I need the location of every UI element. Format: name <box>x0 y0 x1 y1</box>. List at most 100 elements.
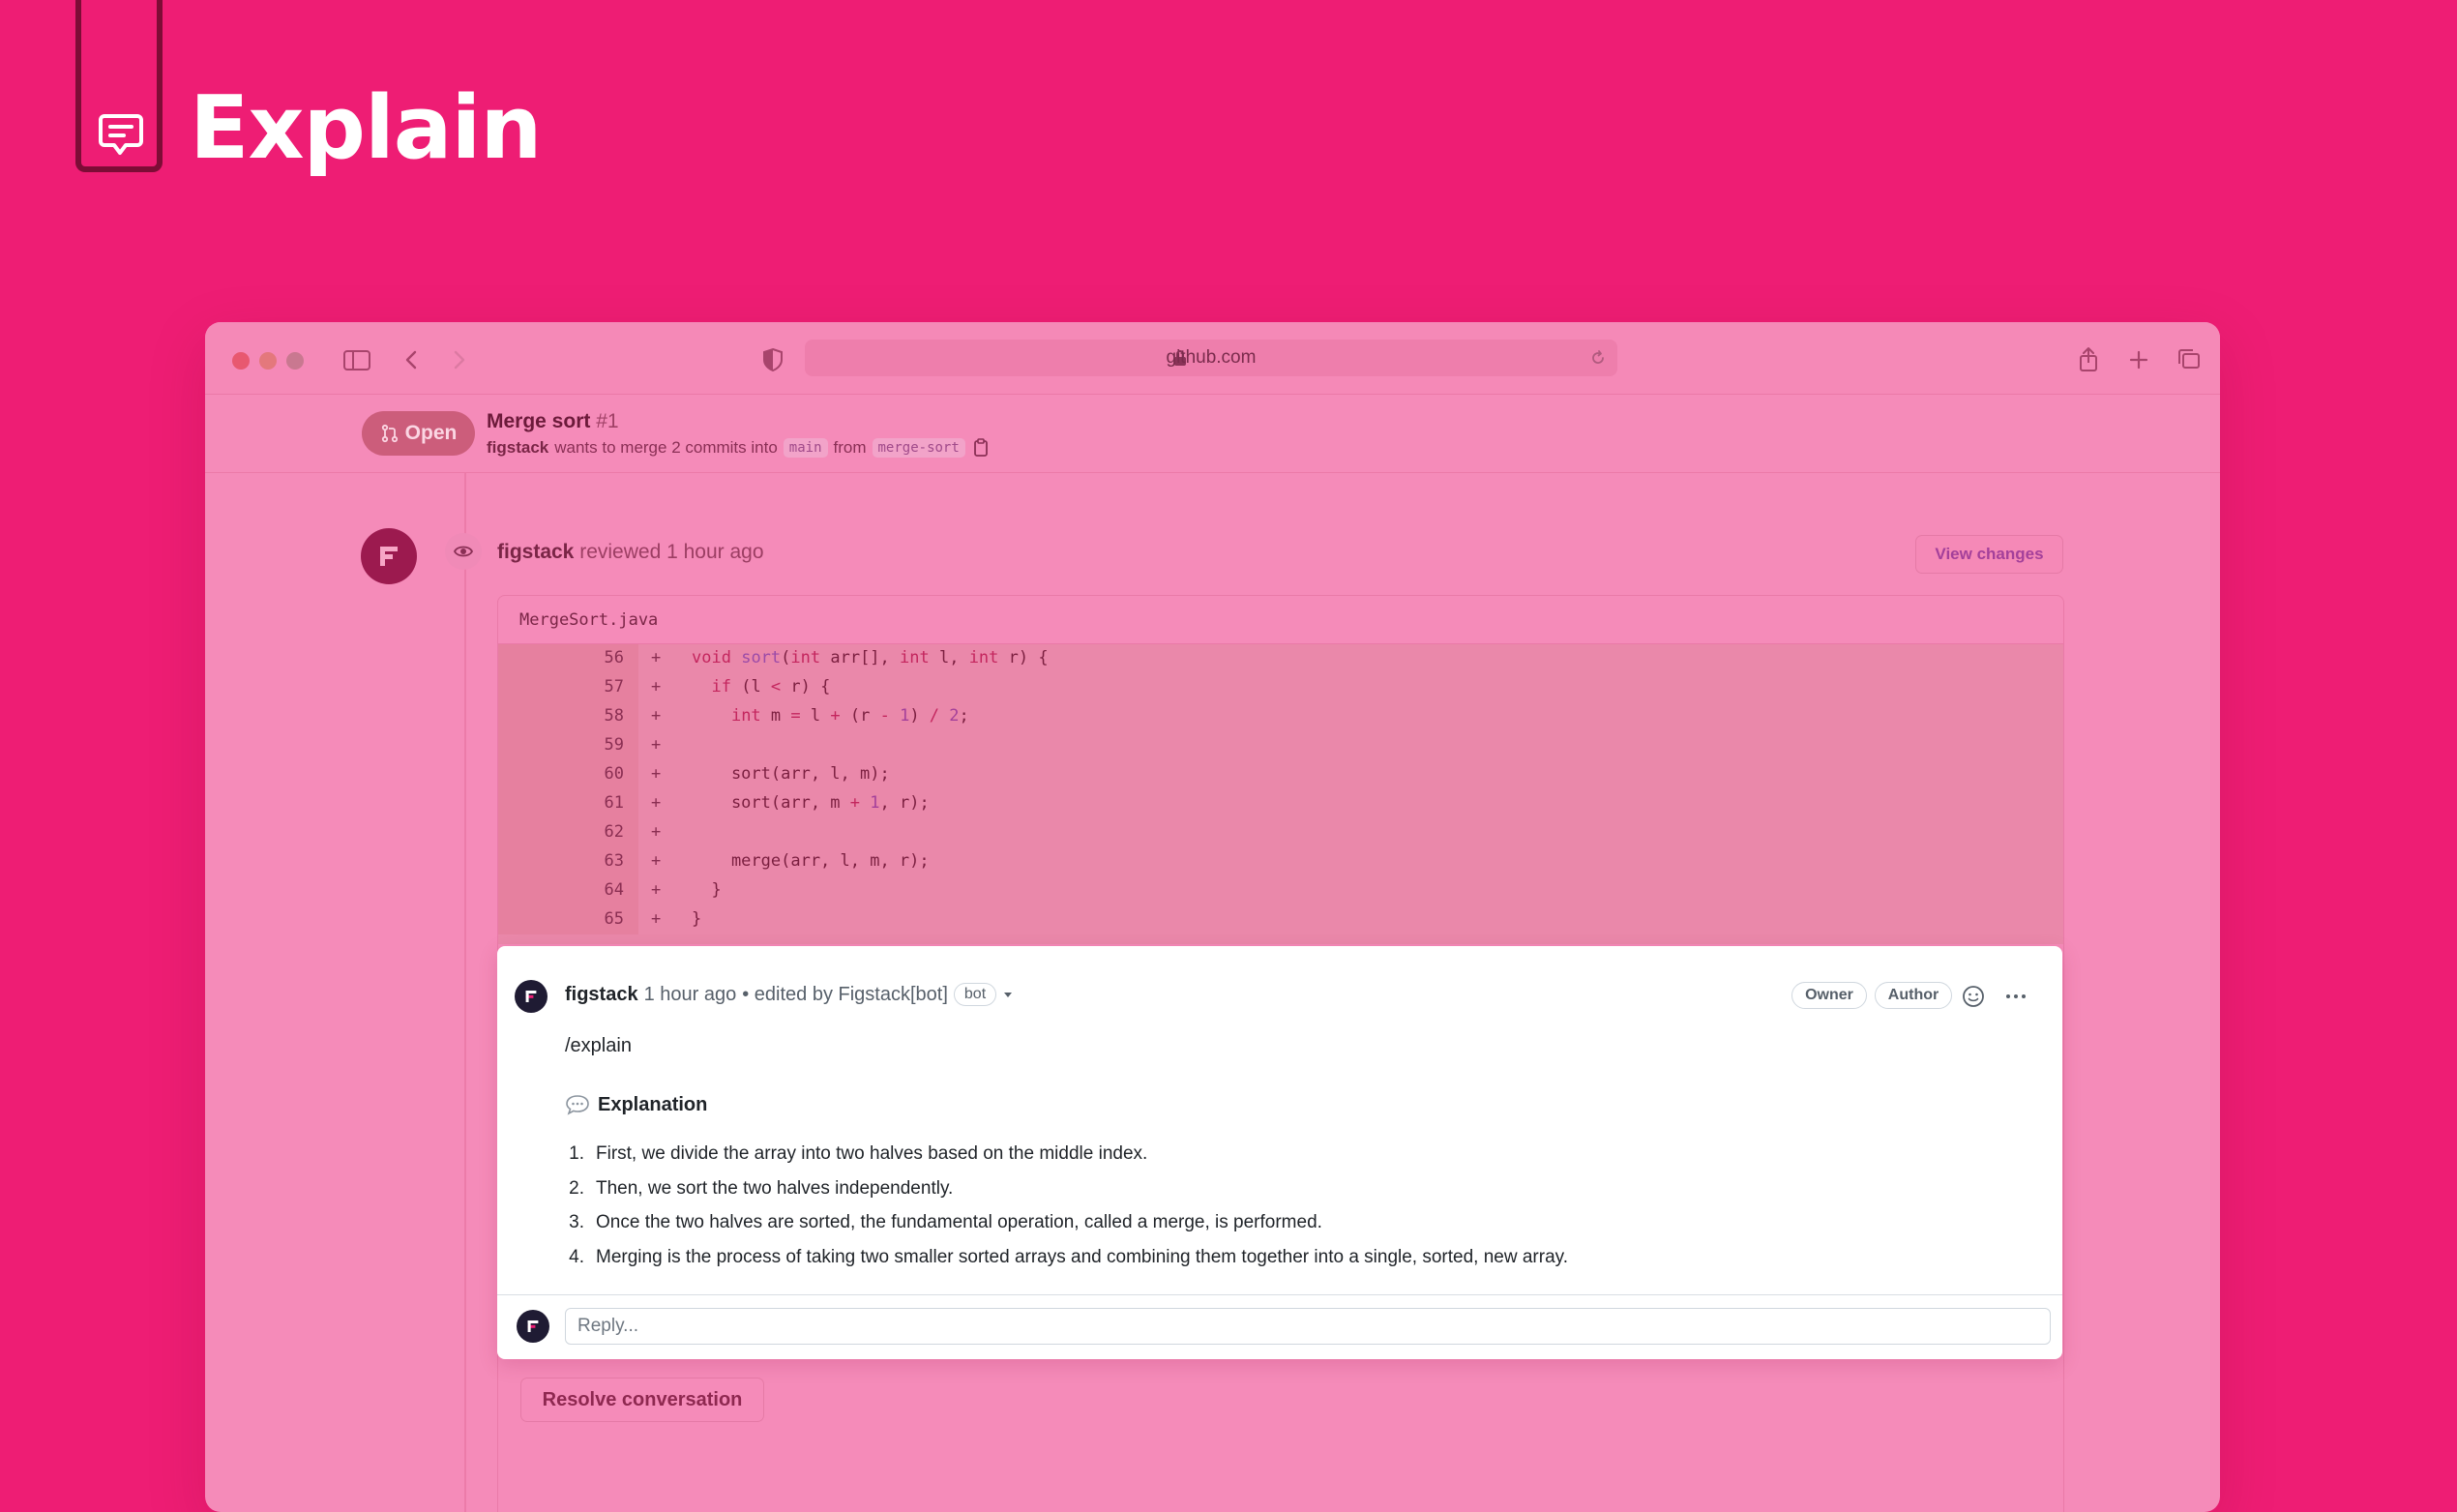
code-line[interactable]: 59 + <box>498 731 2063 760</box>
resolve-conversation-button[interactable]: Resolve conversation <box>520 1378 764 1422</box>
code-text: merge(arr, l, m, r); <box>692 851 930 871</box>
line-number[interactable]: 64 <box>576 880 624 900</box>
comment-edited[interactable]: • edited by Figstack[bot] <box>742 984 948 1006</box>
diff-sign: + <box>651 793 662 813</box>
smiley-icon[interactable] <box>1960 983 1987 1010</box>
avatar <box>517 1310 549 1343</box>
code-line[interactable]: 57 + if (l < r) { <box>498 673 2063 702</box>
diff-sign: + <box>651 677 662 697</box>
pr-number: #1 <box>596 410 619 432</box>
avatar[interactable] <box>361 528 417 584</box>
code-text: sort(arr, l, m); <box>692 764 890 784</box>
explanation-list: 1. First, we divide the array into two ha… <box>555 1143 1568 1281</box>
comment-command: /explain <box>565 1035 632 1056</box>
figstack-logo-icon <box>525 991 537 1002</box>
explanation-heading: Explanation <box>565 1093 707 1116</box>
code-line[interactable]: 61 + sort(arr, m + 1, r); <box>498 789 2063 818</box>
diff-sign: + <box>651 851 662 871</box>
pr-author[interactable]: figstack <box>487 438 548 458</box>
base-branch[interactable]: main <box>783 438 828 458</box>
forward-arrow-icon[interactable] <box>443 343 476 376</box>
code-line[interactable]: 58 + int m = l + (r - 1) / 2; <box>498 702 2063 731</box>
review-summary: figstack reviewed 1 hour ago <box>497 541 764 564</box>
owner-badge: Owner <box>1791 982 1867 1009</box>
code-line[interactable]: 62 + <box>498 818 2063 847</box>
line-number[interactable]: 60 <box>576 764 624 784</box>
new-tab-plus-icon[interactable] <box>2122 343 2155 376</box>
share-icon[interactable] <box>2072 343 2105 376</box>
code-text: if (l < r) { <box>711 677 831 697</box>
chevron-down-icon[interactable] <box>1002 989 1014 1000</box>
address-bar[interactable]: github.com <box>805 340 1617 376</box>
pr-status-badge: Open <box>362 411 475 456</box>
file-name[interactable]: MergeSort.java <box>498 596 2063 644</box>
reviewer-name[interactable]: figstack <box>497 541 574 563</box>
pr-meta-text: wants to merge 2 commits into <box>554 438 778 457</box>
hero-title: Explain <box>190 77 542 179</box>
pr-from-text: from <box>833 438 867 457</box>
line-number[interactable]: 58 <box>576 706 624 726</box>
pr-title-text: Merge sort <box>487 410 591 432</box>
code-line[interactable]: 56 + void sort(int arr[], int l, int r) { <box>498 644 2063 673</box>
view-changes-button[interactable]: View changes <box>1915 535 2063 574</box>
line-number[interactable]: 62 <box>576 822 624 842</box>
review-action: reviewed 1 hour ago <box>579 541 764 563</box>
code-line[interactable]: 65 +} <box>498 905 2063 934</box>
comment-time[interactable]: 1 hour ago <box>644 984 737 1006</box>
code-line[interactable]: 60 + sort(arr, l, m); <box>498 760 2063 789</box>
sidebar-toggle-icon[interactable] <box>340 343 373 376</box>
code-text: void sort(int arr[], int l, int r) { <box>692 648 1049 667</box>
list-item: 2. Then, we sort the two halves independe… <box>569 1177 954 1199</box>
tab-overview-icon[interactable] <box>2173 343 2205 376</box>
timeline-line <box>464 473 466 1512</box>
chat-bubble-icon <box>99 114 143 155</box>
browser-window: github.com Open Merge sort #1 figstack w… <box>205 322 2220 1512</box>
copy-icon[interactable] <box>971 437 991 459</box>
line-number[interactable]: 59 <box>576 735 624 755</box>
author-badge: Author <box>1875 982 1952 1009</box>
diff-sign: + <box>651 822 662 842</box>
code-line[interactable]: 64 + } <box>498 876 2063 905</box>
diff-sign: + <box>651 880 662 900</box>
more-options-icon[interactable] <box>2002 983 2029 1010</box>
code-diff: 56 + void sort(int arr[], int l, int r) { … <box>498 644 2063 944</box>
close-window-button[interactable] <box>232 352 250 370</box>
reload-icon[interactable] <box>1588 348 1608 368</box>
pr-meta: figstack wants to merge 2 commits into m… <box>487 437 991 459</box>
minimize-window-button[interactable] <box>259 352 277 370</box>
head-branch[interactable]: merge-sort <box>872 438 965 458</box>
bot-badge: bot <box>953 983 997 1006</box>
code-text: int m = l + (r - 1) / 2; <box>730 706 969 726</box>
diff-sign: + <box>651 706 662 726</box>
comment-author[interactable]: figstack <box>565 984 638 1006</box>
pr-title[interactable]: Merge sort #1 <box>487 410 619 433</box>
speech-balloon-icon <box>566 1095 589 1115</box>
avatar[interactable] <box>515 980 548 1013</box>
comment-header: figstack 1 hour ago • edited by Figstack… <box>565 983 1014 1006</box>
line-number[interactable]: 57 <box>576 677 624 697</box>
line-number[interactable]: 63 <box>576 851 624 871</box>
figstack-logo-icon <box>527 1320 539 1332</box>
line-number[interactable]: 61 <box>576 793 624 813</box>
divider <box>497 1294 2062 1295</box>
eye-icon <box>445 533 482 570</box>
reply-input[interactable] <box>565 1308 2051 1345</box>
pull-request-icon <box>381 424 398 443</box>
list-item: 1. First, we divide the array into two ha… <box>569 1143 1148 1164</box>
code-line[interactable]: 63 + merge(arr, l, m, r); <box>498 847 2063 876</box>
diff-sign: + <box>651 764 662 784</box>
review-comment: figstack 1 hour ago • edited by Figstack… <box>497 946 2062 1359</box>
pr-header: Open Merge sort #1 figstack wants to mer… <box>205 395 2220 473</box>
browser-toolbar: github.com <box>205 322 2220 395</box>
line-number[interactable]: 56 <box>576 648 624 667</box>
line-number[interactable]: 65 <box>576 909 624 929</box>
code-text: sort(arr, m + 1, r); <box>692 793 930 813</box>
explanation-title: Explanation <box>598 1093 708 1115</box>
url-text: github.com <box>1166 347 1257 368</box>
back-arrow-icon[interactable] <box>395 343 428 376</box>
figstack-logo-icon <box>380 547 398 566</box>
shield-icon[interactable] <box>756 343 789 376</box>
list-item: 3. Once the two halves are sorted, the fu… <box>569 1212 1322 1232</box>
diff-sign: + <box>651 735 662 755</box>
maximize-window-button[interactable] <box>286 352 304 370</box>
